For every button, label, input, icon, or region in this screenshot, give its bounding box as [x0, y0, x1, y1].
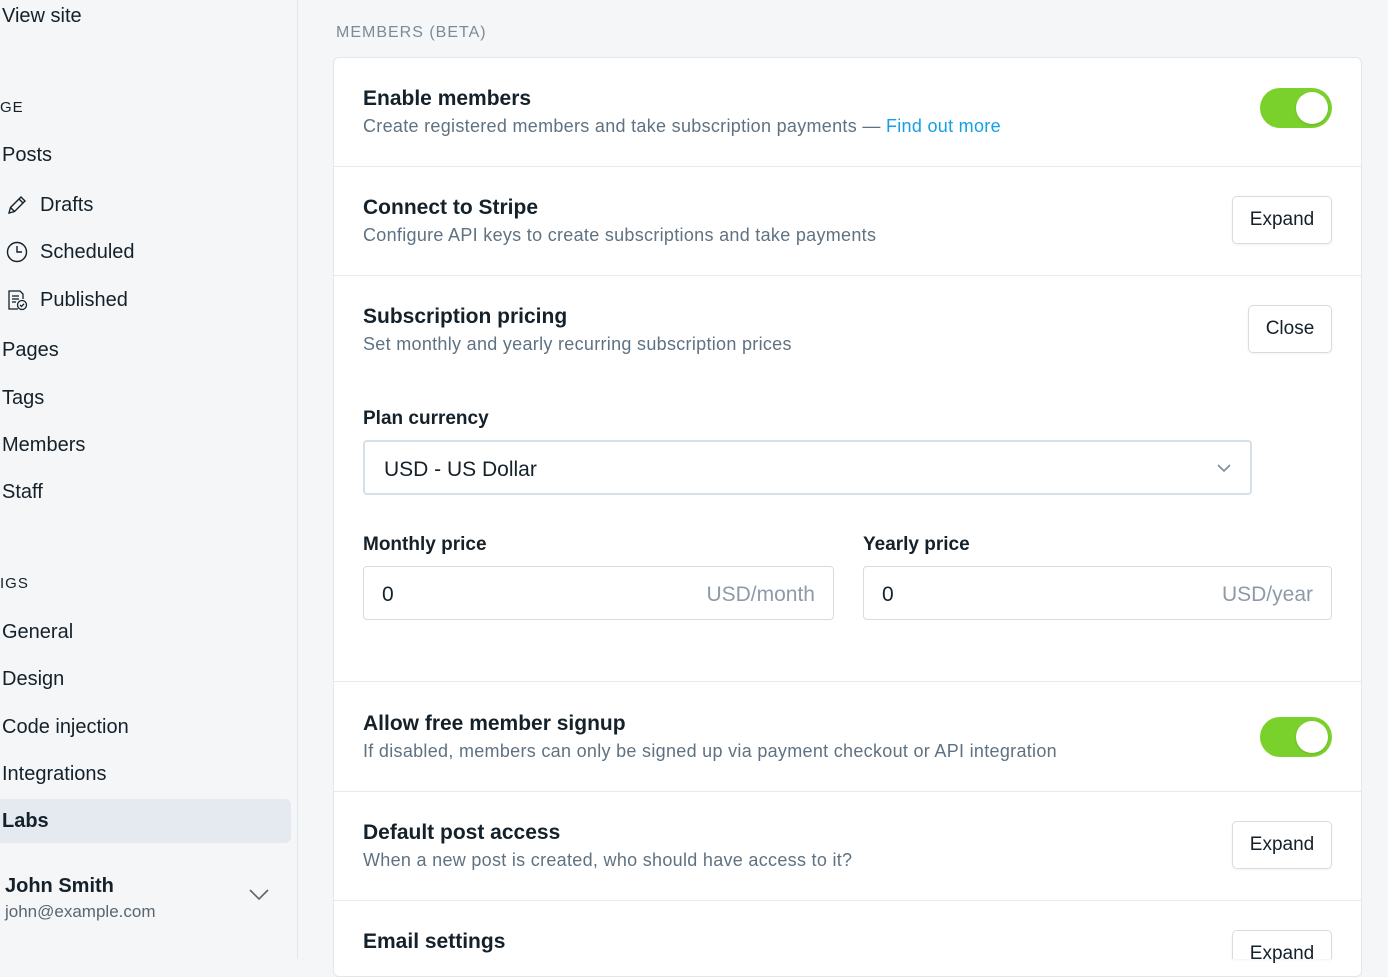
yearly-price-unit: USD/year	[1221, 583, 1313, 606]
email-settings-expand-button[interactable]: Expand	[1232, 930, 1332, 964]
user-menu[interactable]: John Smith john@example.com	[5, 875, 156, 922]
enable-members-title: Enable members	[363, 87, 532, 110]
pricing-close-button[interactable]: Close	[1248, 305, 1332, 353]
sidebar-item-general[interactable]: General	[2, 621, 73, 644]
user-name: John Smith	[5, 875, 114, 897]
sidebar-item-tags[interactable]: Tags	[2, 387, 44, 410]
sidebar-item-members[interactable]: Members	[2, 434, 85, 457]
sidebar-item-posts[interactable]: Posts	[2, 144, 52, 167]
sidebar-item-label: Drafts	[40, 193, 94, 216]
sidebar: View site GE Posts Drafts Scheduled Publ…	[0, 0, 298, 959]
enable-members-desc: Create registered members and take subsc…	[363, 116, 1001, 137]
published-document-icon	[4, 287, 30, 313]
settings-heading: IGS	[0, 575, 29, 592]
find-out-more-link[interactable]: Find out more	[886, 116, 1001, 136]
sidebar-item-pages[interactable]: Pages	[2, 339, 59, 362]
sidebar-item-label: Scheduled	[40, 240, 135, 263]
sidebar-item-staff[interactable]: Staff	[2, 481, 43, 504]
enable-members-toggle[interactable]	[1260, 88, 1332, 128]
sidebar-item-code-injection[interactable]: Code injection	[2, 716, 129, 739]
sidebar-item-published[interactable]: Published	[4, 287, 128, 313]
view-site-link[interactable]: View site	[2, 5, 82, 28]
monthly-price-unit: USD/month	[706, 583, 815, 606]
divider	[334, 900, 1361, 901]
enable-members-desc-text: Create registered members and take subsc…	[363, 116, 886, 136]
post-access-desc: When a new post is created, who should h…	[363, 850, 853, 870]
monthly-price-label: Monthly price	[363, 534, 487, 555]
chevron-down-icon[interactable]	[248, 888, 270, 907]
stripe-title: Connect to Stripe	[363, 196, 539, 219]
yearly-price-value: 0	[882, 583, 894, 606]
free-signup-toggle[interactable]	[1260, 717, 1332, 757]
divider	[334, 791, 1361, 792]
post-access-expand-button[interactable]: Expand	[1232, 821, 1332, 869]
sidebar-item-label: Labs	[2, 810, 49, 832]
manage-heading: GE	[0, 99, 24, 116]
pencil-icon	[4, 192, 30, 218]
user-email: john@example.com	[5, 902, 156, 921]
free-signup-title: Allow free member signup	[363, 712, 626, 735]
post-access-title: Default post access	[363, 821, 561, 844]
plan-currency-select[interactable]: USD - US Dollar	[363, 440, 1252, 495]
yearly-price-label: Yearly price	[863, 534, 970, 555]
pricing-desc: Set monthly and yearly recurring subscri…	[363, 334, 792, 354]
chevron-down-icon	[1216, 460, 1232, 478]
sidebar-item-scheduled[interactable]: Scheduled	[4, 239, 135, 265]
monthly-price-value: 0	[382, 583, 394, 606]
free-signup-desc: If disabled, members can only be signed …	[363, 741, 1057, 761]
pricing-title: Subscription pricing	[363, 305, 568, 328]
sidebar-item-drafts[interactable]: Drafts	[4, 192, 93, 218]
sidebar-item-design[interactable]: Design	[2, 668, 64, 691]
plan-currency-value: USD - US Dollar	[384, 458, 537, 481]
section-title: MEMBERS (BETA)	[336, 24, 487, 41]
plan-currency-label: Plan currency	[363, 408, 489, 429]
yearly-price-input[interactable]: 0 USD/year	[863, 566, 1332, 620]
stripe-desc: Configure API keys to create subscriptio…	[363, 225, 877, 245]
email-settings-title: Email settings	[363, 930, 506, 953]
divider	[334, 166, 1361, 167]
sidebar-item-labs[interactable]: Labs	[0, 799, 291, 843]
stripe-expand-button[interactable]: Expand	[1232, 196, 1332, 244]
divider	[334, 275, 1361, 276]
clock-icon	[4, 239, 30, 265]
monthly-price-input[interactable]: 0 USD/month	[363, 566, 834, 620]
sidebar-item-integrations[interactable]: Integrations	[2, 763, 107, 786]
divider	[334, 681, 1361, 682]
sidebar-item-label: Published	[40, 288, 128, 311]
